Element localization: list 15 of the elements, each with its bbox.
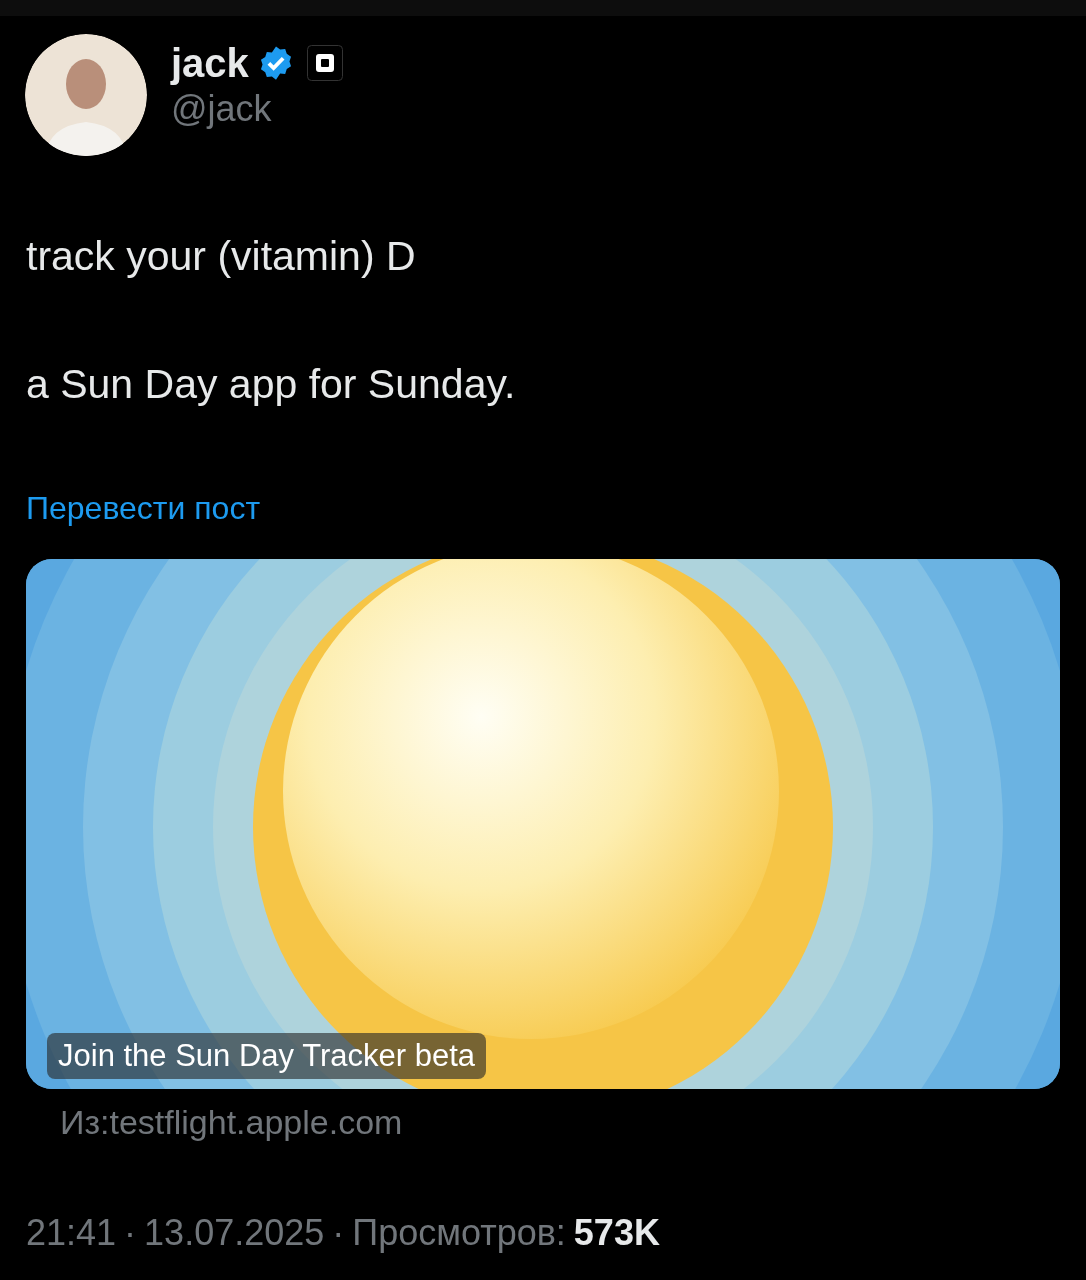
post-text: track your (vitamin) D [25, 232, 417, 280]
separator: · [332, 1212, 345, 1254]
separator: · [124, 1212, 137, 1254]
meta-text: 21:41 [26, 1212, 117, 1254]
author-handle[interactable]: @jack [171, 87, 343, 130]
translate-link[interactable]: Перевести пост [26, 490, 261, 527]
card-source[interactable]: Из:testflight.apple.com [60, 1103, 403, 1142]
author-name[interactable]: jack [171, 40, 249, 86]
card-caption[interactable]: Join the Sun Day Tracker beta [47, 1033, 486, 1079]
square-badge-icon [306, 45, 343, 81]
post-text: a Sun Day app for Sunday. [25, 360, 517, 408]
view-count: 573K [573, 1212, 660, 1254]
avatar[interactable] [25, 34, 147, 156]
meta-text: 13.07.2025 [144, 1212, 325, 1254]
meta-text: Просмотров: [352, 1212, 566, 1254]
